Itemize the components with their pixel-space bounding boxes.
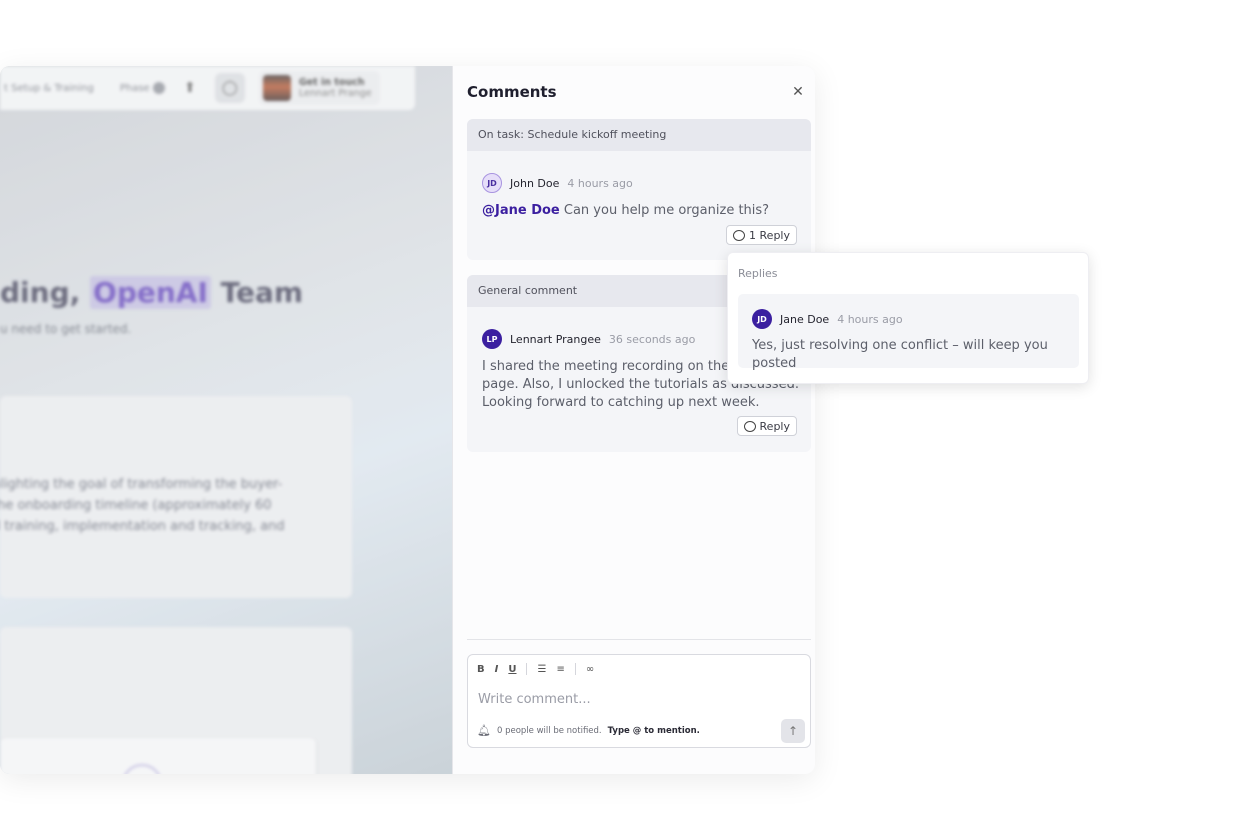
author-name: John Doe bbox=[510, 176, 560, 190]
close-icon[interactable]: ✕ bbox=[789, 83, 807, 101]
comment-editor: B I U ☰ ≡ ∞ 🔔︎ 0 people will be notified… bbox=[467, 654, 811, 748]
replies-button[interactable]: 1 Reply bbox=[726, 225, 797, 245]
comment-thread: On task: Schedule kickoff meeting JD Joh… bbox=[467, 119, 811, 260]
timestamp: 4 hours ago bbox=[837, 312, 903, 326]
comments-panel: Comments ✕ On task: Schedule kickoff mee… bbox=[452, 66, 815, 774]
bulleted-list-icon[interactable]: ☰ bbox=[537, 664, 546, 675]
reply-card: JD Jane Doe 4 hours ago Yes, just resolv… bbox=[738, 294, 1079, 371]
mention[interactable]: @Jane Doe bbox=[482, 203, 560, 218]
italic-button[interactable]: I bbox=[495, 664, 499, 675]
bell-icon: 🔔︎ bbox=[477, 724, 491, 737]
dim-overlay bbox=[0, 66, 452, 774]
divider bbox=[467, 639, 811, 640]
comment-text: @Jane Doe Can you help me organize this? bbox=[482, 202, 769, 220]
mention-hint: Type @ to mention. bbox=[607, 725, 700, 736]
thread-header: On task: Schedule kickoff meeting bbox=[467, 119, 811, 151]
panel-title: Comments bbox=[467, 83, 557, 101]
author-name: Jane Doe bbox=[780, 312, 830, 326]
speech-bubble-icon bbox=[733, 229, 746, 241]
bold-button[interactable]: B bbox=[477, 664, 485, 675]
speech-bubble-icon bbox=[743, 420, 756, 432]
author-row: JD John Doe 4 hours ago bbox=[482, 173, 769, 193]
app-window: t Setup & Training Phase ⬆ ◯ Get in touc… bbox=[0, 66, 815, 774]
link-icon[interactable]: ∞ bbox=[586, 664, 594, 675]
timestamp: 36 seconds ago bbox=[608, 332, 696, 346]
notify-text: 0 people will be notified. bbox=[496, 725, 602, 736]
comment-input[interactable] bbox=[478, 692, 798, 707]
reply-text: Yes, just resolving one conflict – will … bbox=[752, 338, 1048, 371]
format-toolbar: B I U ☰ ≡ ∞ bbox=[477, 663, 594, 675]
replies-button-label: 1 Reply bbox=[749, 228, 790, 242]
notify-hint: 🔔︎ 0 people will be notified. Type @ to … bbox=[477, 724, 700, 737]
author-name: Lennart Prangee bbox=[510, 332, 601, 346]
avatar: JD bbox=[482, 173, 502, 193]
toolbar-separator bbox=[526, 663, 528, 675]
author-row: JD Jane Doe 4 hours ago bbox=[752, 309, 903, 329]
reply-button-label: Reply bbox=[759, 419, 790, 433]
underline-button[interactable]: U bbox=[508, 664, 516, 675]
send-button[interactable]: ↑ bbox=[781, 719, 805, 743]
reply-button[interactable]: Reply bbox=[736, 416, 797, 436]
toolbar-separator bbox=[574, 663, 576, 675]
comment-line: Looking forward to catching up next week… bbox=[482, 395, 760, 410]
avatar: LP bbox=[482, 329, 502, 349]
replies-label: Replies bbox=[738, 267, 778, 280]
background-app: t Setup & Training Phase ⬆ ◯ Get in touc… bbox=[0, 66, 452, 774]
comment-body: Can you help me organize this? bbox=[563, 203, 770, 218]
numbered-list-icon[interactable]: ≡ bbox=[556, 664, 564, 675]
comment: JD John Doe 4 hours ago @Jane Doe Can yo… bbox=[482, 173, 769, 220]
avatar: JD bbox=[752, 309, 772, 329]
replies-popover: Replies JD Jane Doe 4 hours ago Yes, jus… bbox=[727, 252, 1089, 384]
timestamp: 4 hours ago bbox=[567, 176, 633, 190]
arrow-up-icon: ↑ bbox=[787, 724, 799, 738]
